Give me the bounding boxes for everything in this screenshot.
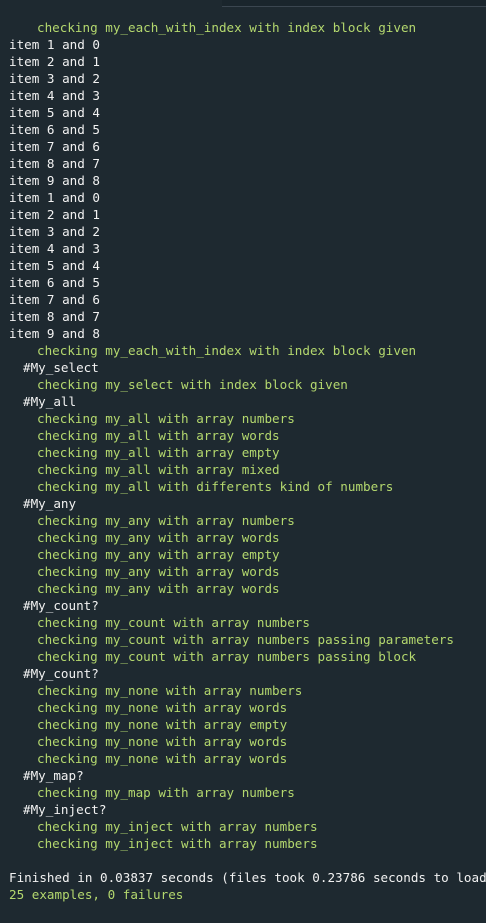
- terminal-output[interactable]: checking my_each_with_index with index b…: [9, 19, 486, 903]
- example-group-heading: #My_map?: [23, 768, 84, 783]
- stdout-line: item 2 and 1: [9, 54, 100, 69]
- stdout-line: item 6 and 5: [9, 122, 100, 137]
- stdout-line: item 6 and 5: [9, 275, 100, 290]
- passing-example-line: checking my_count with array numbers pas…: [37, 649, 417, 664]
- example-group-heading: #My_any: [23, 496, 77, 511]
- passing-example-line: checking my_inject with array numbers: [37, 819, 318, 834]
- passing-example-line: checking my_none with array numbers: [37, 683, 303, 698]
- stdout-line: item 4 and 3: [9, 88, 100, 103]
- stdout-line: item 8 and 7: [9, 309, 100, 324]
- example-group-heading: #My_select: [23, 360, 99, 375]
- example-group-heading: #My_inject?: [23, 802, 107, 817]
- passing-example-line: checking my_map with array numbers: [37, 785, 295, 800]
- example-group-heading: #My_count?: [23, 666, 99, 681]
- terminal-top-panel-edge: [222, 0, 486, 7]
- passing-example-line: checking my_any with array empty: [37, 547, 280, 562]
- passing-example-line: checking my_count with array numbers: [37, 615, 310, 630]
- stdout-line: item 8 and 7: [9, 156, 100, 171]
- passing-example-line: checking my_any with array numbers: [37, 513, 295, 528]
- passing-example-line: checking my_all with array mixed: [37, 462, 280, 477]
- stdout-line: item 1 and 0: [9, 37, 100, 52]
- timing-summary: Finished in 0.03837 seconds (files took …: [9, 870, 486, 885]
- stdout-line: item 9 and 8: [9, 173, 100, 188]
- stdout-line: item 1 and 0: [9, 190, 100, 205]
- example-group-heading: #My_count?: [23, 598, 99, 613]
- passing-example-line: checking my_all with array numbers: [37, 411, 295, 426]
- stdout-line: item 5 and 4: [9, 105, 100, 120]
- passing-example-line: checking my_all with array words: [37, 428, 280, 443]
- passing-example-line: checking my_inject with array numbers: [37, 836, 318, 851]
- passing-example-line: checking my_all with differents kind of …: [37, 479, 394, 494]
- passing-example-line: checking my_any with array words: [37, 530, 280, 545]
- passing-example-line: checking my_none with array words: [37, 751, 288, 766]
- passing-example-line: checking my_any with array words: [37, 581, 280, 596]
- passing-example-line: checking my_all with array empty: [37, 445, 280, 460]
- result-summary: 25 examples, 0 failures: [9, 887, 184, 902]
- passing-example-line: checking my_select with index block give…: [37, 377, 348, 392]
- stdout-line: item 3 and 2: [9, 224, 100, 239]
- stdout-line: item 4 and 3: [9, 241, 100, 256]
- passing-example-line: checking my_count with array numbers pas…: [37, 632, 455, 647]
- stdout-line: item 5 and 4: [9, 258, 100, 273]
- stdout-line: item 3 and 2: [9, 71, 100, 86]
- passing-example-line: checking my_each_with_index with index b…: [37, 343, 417, 358]
- passing-example-line: checking my_any with array words: [37, 564, 280, 579]
- passing-example-line: checking my_none with array empty: [37, 717, 288, 732]
- passing-example-line: checking my_none with array words: [37, 734, 288, 749]
- passing-example-line: checking my_each_with_index with index b…: [37, 20, 417, 35]
- passing-example-line: checking my_none with array words: [37, 700, 288, 715]
- stdout-line: item 7 and 6: [9, 292, 100, 307]
- stdout-line: item 9 and 8: [9, 326, 100, 341]
- example-group-heading: #My_all: [23, 394, 77, 409]
- stdout-line: item 2 and 1: [9, 207, 100, 222]
- stdout-line: item 7 and 6: [9, 139, 100, 154]
